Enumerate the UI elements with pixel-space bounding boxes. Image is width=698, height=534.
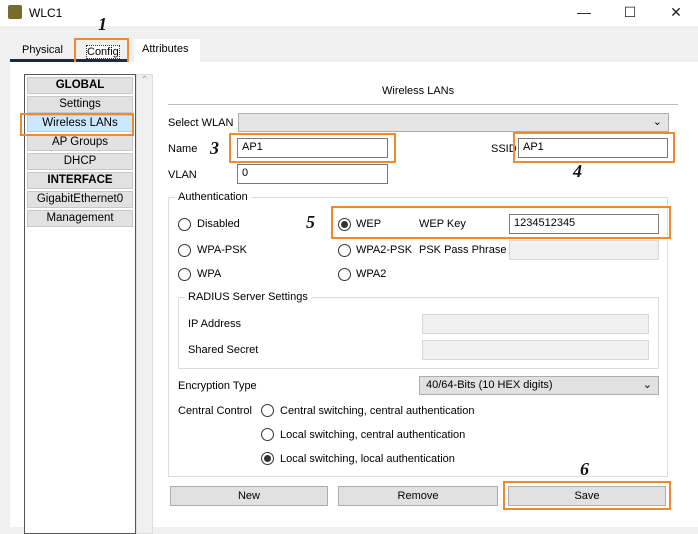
tab-physical[interactable]: Physical <box>14 40 71 61</box>
sidebar-item-settings[interactable]: Settings <box>27 96 133 113</box>
vlan-label: VLAN <box>168 169 197 181</box>
sidebar-item-ap-groups[interactable]: AP Groups <box>27 134 133 151</box>
label-disabled: Disabled <box>197 218 240 230</box>
close-button[interactable]: ✕ <box>666 4 686 22</box>
sidebar-list: GLOBAL Settings Wireless LANs AP Groups … <box>24 74 136 534</box>
encryption-type-value: 40/64-Bits (10 HEX digits) <box>426 379 553 391</box>
radius-title: RADIUS Server Settings <box>185 291 311 303</box>
ip-address-label: IP Address <box>188 318 241 330</box>
save-button[interactable]: Save <box>508 486 666 506</box>
ip-address-input[interactable] <box>422 314 649 334</box>
tab-config[interactable]: Config <box>74 38 129 64</box>
radio-local-local[interactable] <box>261 452 274 465</box>
scroll-up-icon[interactable]: ⌃ <box>137 75 152 86</box>
radio-wep[interactable] <box>338 218 351 231</box>
chevron-down-icon: ⌄ <box>642 379 652 391</box>
radio-wpa2-psk[interactable] <box>338 244 351 257</box>
encryption-type-label: Encryption Type <box>178 380 257 392</box>
radio-wpa-psk[interactable] <box>178 244 191 257</box>
radio-local-central[interactable] <box>261 428 274 441</box>
psk-input[interactable] <box>509 240 659 260</box>
radio-disabled[interactable] <box>178 218 191 231</box>
shared-secret-label: Shared Secret <box>188 344 259 356</box>
radio-wpa[interactable] <box>178 268 191 281</box>
sidebar-item-management[interactable]: Management <box>27 210 133 227</box>
window-title: WLC1 <box>29 6 63 20</box>
annotation-4: 4 <box>573 161 582 181</box>
annotation-3: 3 <box>210 138 219 158</box>
sidebar-scrollbar[interactable]: ⌃ <box>136 74 153 534</box>
new-button[interactable]: New <box>170 486 328 506</box>
radio-wpa2[interactable] <box>338 268 351 281</box>
annotation-6: 6 <box>580 459 589 479</box>
chevron-down-icon: ⌄ <box>652 116 662 128</box>
label-wpa: WPA <box>197 268 222 280</box>
ssid-input[interactable]: AP1 <box>518 138 668 158</box>
label-wpa2-psk: WPA2-PSK <box>356 244 413 256</box>
app-icon <box>8 5 22 19</box>
name-input[interactable]: AP1 <box>237 138 388 158</box>
minimize-button[interactable]: — <box>574 4 594 22</box>
label-wep: WEP <box>356 218 382 230</box>
shared-secret-input[interactable] <box>422 340 649 360</box>
annotation-5: 5 <box>306 212 315 232</box>
sidebar-header-global: GLOBAL <box>27 77 133 94</box>
sidebar-header-interface: INTERFACE <box>27 172 133 189</box>
maximize-button[interactable]: ☐ <box>620 4 640 22</box>
panel-title: Wireless LANs <box>382 85 455 97</box>
central-control-label: Central Control <box>178 405 252 417</box>
label-local-central: Local switching, central authentication <box>280 429 466 441</box>
wep-key-label: WEP Key <box>419 218 466 230</box>
annotation-1: 1 <box>98 14 107 34</box>
select-wlan-label: Select WLAN <box>168 117 234 129</box>
tab-config-label: Config <box>86 45 120 59</box>
name-label: Name <box>168 143 198 155</box>
remove-button[interactable]: Remove <box>338 486 498 506</box>
label-local-local: Local switching, local authentication <box>280 453 455 465</box>
tab-attributes[interactable]: Attributes <box>134 39 200 62</box>
wep-key-input[interactable]: 1234512345 <box>509 214 659 234</box>
vlan-input[interactable]: 0 <box>237 164 388 184</box>
divider <box>168 104 678 105</box>
highlight-wireless-lans <box>20 113 134 136</box>
label-central-central: Central switching, central authenticatio… <box>280 405 475 417</box>
authentication-title: Authentication <box>175 191 251 203</box>
sidebar-item-gigabitethernet0[interactable]: GigabitEthernet0 <box>27 191 133 208</box>
sidebar-item-dhcp[interactable]: DHCP <box>27 153 133 170</box>
label-wpa-psk: WPA-PSK <box>197 244 247 256</box>
select-wlan-dropdown[interactable]: ⌄ <box>238 113 669 132</box>
encryption-type-dropdown[interactable]: 40/64-Bits (10 HEX digits) ⌄ <box>419 376 659 395</box>
label-wpa2: WPA2 <box>356 268 387 280</box>
psk-label: PSK Pass Phrase <box>419 244 507 256</box>
radio-central-central[interactable] <box>261 404 274 417</box>
